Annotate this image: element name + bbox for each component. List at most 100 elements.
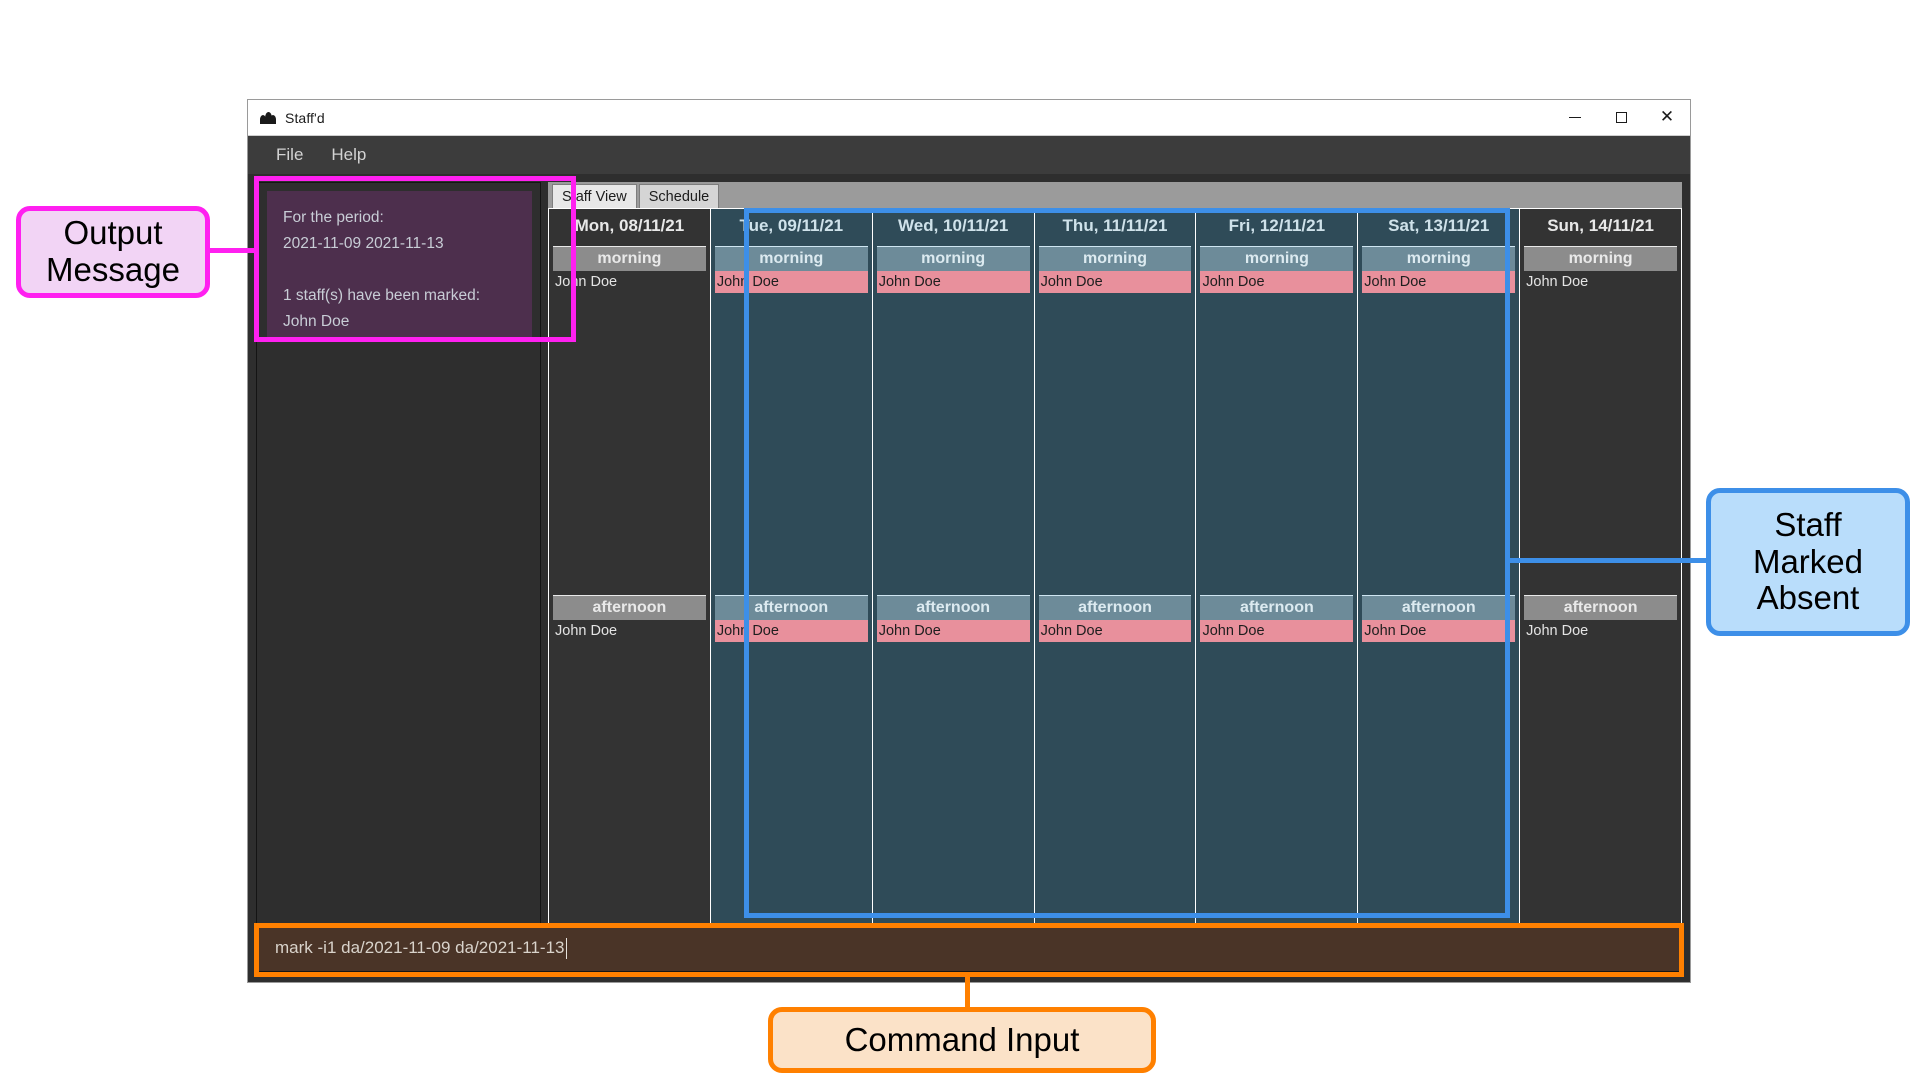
- staff-row[interactable]: John Doe: [714, 620, 868, 642]
- shift-title-afternoon: afternoon: [714, 595, 868, 620]
- day-column: Fri, 12/11/21 morning John Doe afternoon Joh…: [1196, 209, 1359, 941]
- shift-block-morning: morning John Doe: [1035, 243, 1196, 592]
- day-header: Wed, 10/11/21: [872, 209, 1034, 243]
- shift-title-afternoon: afternoon: [876, 595, 1030, 620]
- callout-staff-marked-absent: Staff Marked Absent: [1706, 488, 1910, 636]
- shift-title-morning: morning: [1200, 246, 1354, 271]
- callout-command-input: Command Input: [768, 1007, 1156, 1073]
- day-header: Sat, 13/11/21: [1358, 209, 1520, 243]
- leader-line-output-message: [208, 248, 258, 253]
- shift-block-morning: morning John Doe: [873, 243, 1034, 592]
- shift-title-morning: morning: [714, 246, 868, 271]
- shift-title-afternoon: afternoon: [1524, 595, 1678, 620]
- shift-block-afternoon: afternoon John Doe: [549, 592, 710, 941]
- shift-block-afternoon: afternoon John Doe: [711, 592, 872, 941]
- menu-item-file[interactable]: File: [264, 142, 315, 168]
- shift-title-morning: morning: [553, 246, 706, 271]
- callout-label: Output Message: [46, 214, 180, 288]
- staff-row[interactable]: John Doe: [1524, 271, 1677, 293]
- staff-row[interactable]: John Doe: [1038, 620, 1192, 642]
- text-caret: [565, 937, 567, 959]
- app-window: Staff'd ✕ File Help For the period: 2021…: [248, 100, 1690, 982]
- tab-strip: Staff View Schedule: [548, 182, 1682, 208]
- maximize-icon[interactable]: [1598, 100, 1644, 136]
- day-header: Sun, 14/11/21: [1520, 209, 1682, 243]
- staff-row[interactable]: John Doe: [876, 271, 1030, 293]
- shift-title-morning: morning: [876, 246, 1030, 271]
- day-column: Sat, 13/11/21 morning John Doe afternoon Joh…: [1358, 209, 1521, 941]
- staff-list: John Doe: [1200, 620, 1354, 937]
- shift-block-afternoon: afternoon John Doe: [1035, 592, 1196, 941]
- screenshot-root: Staff'd ✕ File Help For the period: 2021…: [0, 0, 1920, 1080]
- window-title: Staff'd: [285, 109, 325, 126]
- staff-row[interactable]: John Doe: [1362, 620, 1516, 642]
- staff-row[interactable]: John Doe: [553, 271, 706, 293]
- app-body: For the period: 2021-11-09 2021-11-13 1 …: [248, 174, 1690, 982]
- shift-title-morning: morning: [1038, 246, 1192, 271]
- close-icon[interactable]: ✕: [1644, 100, 1690, 136]
- minimize-icon[interactable]: [1552, 100, 1598, 136]
- title-bar: Staff'd ✕: [248, 100, 1690, 136]
- staff-list: John Doe: [714, 271, 868, 588]
- command-input-value: mark -i1 da/2021-11-09 da/2021-11-13: [275, 938, 565, 957]
- calendar-grid: Mon, 08/11/21 morning John Doe afternoon Joh…: [548, 208, 1682, 942]
- shift-block-afternoon: afternoon John Doe: [873, 592, 1034, 941]
- staff-list: John Doe: [876, 271, 1030, 588]
- staff-list: John Doe: [1362, 620, 1516, 937]
- day-header: Tue, 09/11/21: [710, 209, 872, 243]
- shift-block-morning: morning John Doe: [711, 243, 872, 592]
- leader-line-command-input: [965, 972, 970, 1012]
- staff-row[interactable]: John Doe: [1362, 271, 1516, 293]
- window-controls: ✕: [1552, 100, 1690, 136]
- shift-block-morning: morning John Doe: [1196, 243, 1357, 592]
- shift-title-afternoon: afternoon: [553, 595, 706, 620]
- shift-block-afternoon: afternoon John Doe: [1520, 592, 1681, 941]
- staff-row[interactable]: John Doe: [1038, 271, 1192, 293]
- callout-output-message: Output Message: [16, 206, 210, 298]
- callout-label: Command Input: [844, 1020, 1080, 1058]
- staff-list: John Doe: [1200, 271, 1354, 588]
- staff-list: John Doe: [714, 620, 868, 937]
- tab-staff-view[interactable]: Staff View: [552, 184, 637, 208]
- shift-block-morning: morning John Doe: [1358, 243, 1519, 592]
- staff-row[interactable]: John Doe: [553, 620, 706, 642]
- menu-item-help[interactable]: Help: [319, 142, 378, 168]
- day-column: Wed, 10/11/21 morning John Doe afternoon Joh…: [872, 209, 1035, 941]
- output-message-box: For the period: 2021-11-09 2021-11-13 1 …: [267, 191, 532, 341]
- staff-row[interactable]: John Doe: [714, 271, 868, 293]
- leader-line-staff-marked-absent: [1506, 558, 1710, 563]
- day-header: Fri, 12/11/21: [1196, 209, 1358, 243]
- staff-list: John Doe: [1524, 271, 1677, 588]
- tab-schedule[interactable]: Schedule: [638, 184, 720, 208]
- callout-label: Staff Marked Absent: [1752, 505, 1864, 617]
- staff-list: John Doe: [1524, 620, 1677, 937]
- shift-title-morning: morning: [1524, 246, 1678, 271]
- shift-title-afternoon: afternoon: [1362, 595, 1516, 620]
- command-input[interactable]: mark -i1 da/2021-11-09 da/2021-11-13: [256, 924, 1682, 972]
- menu-bar: File Help: [248, 136, 1690, 174]
- staff-row[interactable]: John Doe: [1200, 271, 1354, 293]
- people-icon: [260, 110, 276, 126]
- staff-list: John Doe: [1038, 271, 1192, 588]
- shift-block-morning: morning John Doe: [1520, 243, 1681, 592]
- day-header: Thu, 11/11/21: [1034, 209, 1196, 243]
- day-column: Sun, 14/11/21 morning John Doe afternoon Joh…: [1520, 209, 1682, 941]
- day-column: Thu, 11/11/21 morning John Doe afternoon Joh…: [1034, 209, 1197, 941]
- staff-row[interactable]: John Doe: [1524, 620, 1677, 642]
- staff-row[interactable]: John Doe: [1200, 620, 1354, 642]
- staff-list: John Doe: [1362, 271, 1516, 588]
- staff-list: John Doe: [553, 620, 706, 937]
- shift-title-morning: morning: [1362, 246, 1516, 271]
- day-header: Mon, 08/11/21: [549, 209, 710, 243]
- day-column: Tue, 09/11/21 morning John Doe afternoon Joh…: [710, 209, 873, 941]
- day-column: Mon, 08/11/21 morning John Doe afternoon Joh…: [549, 209, 711, 941]
- staff-list: John Doe: [1038, 620, 1192, 937]
- shift-block-afternoon: afternoon John Doe: [1358, 592, 1519, 941]
- result-pane: For the period: 2021-11-09 2021-11-13 1 …: [256, 182, 541, 942]
- staff-list: John Doe: [553, 271, 706, 588]
- shift-block-morning: morning John Doe: [549, 243, 710, 592]
- shift-title-afternoon: afternoon: [1038, 595, 1192, 620]
- staff-row[interactable]: John Doe: [876, 620, 1030, 642]
- staff-list: John Doe: [876, 620, 1030, 937]
- shift-title-afternoon: afternoon: [1200, 595, 1354, 620]
